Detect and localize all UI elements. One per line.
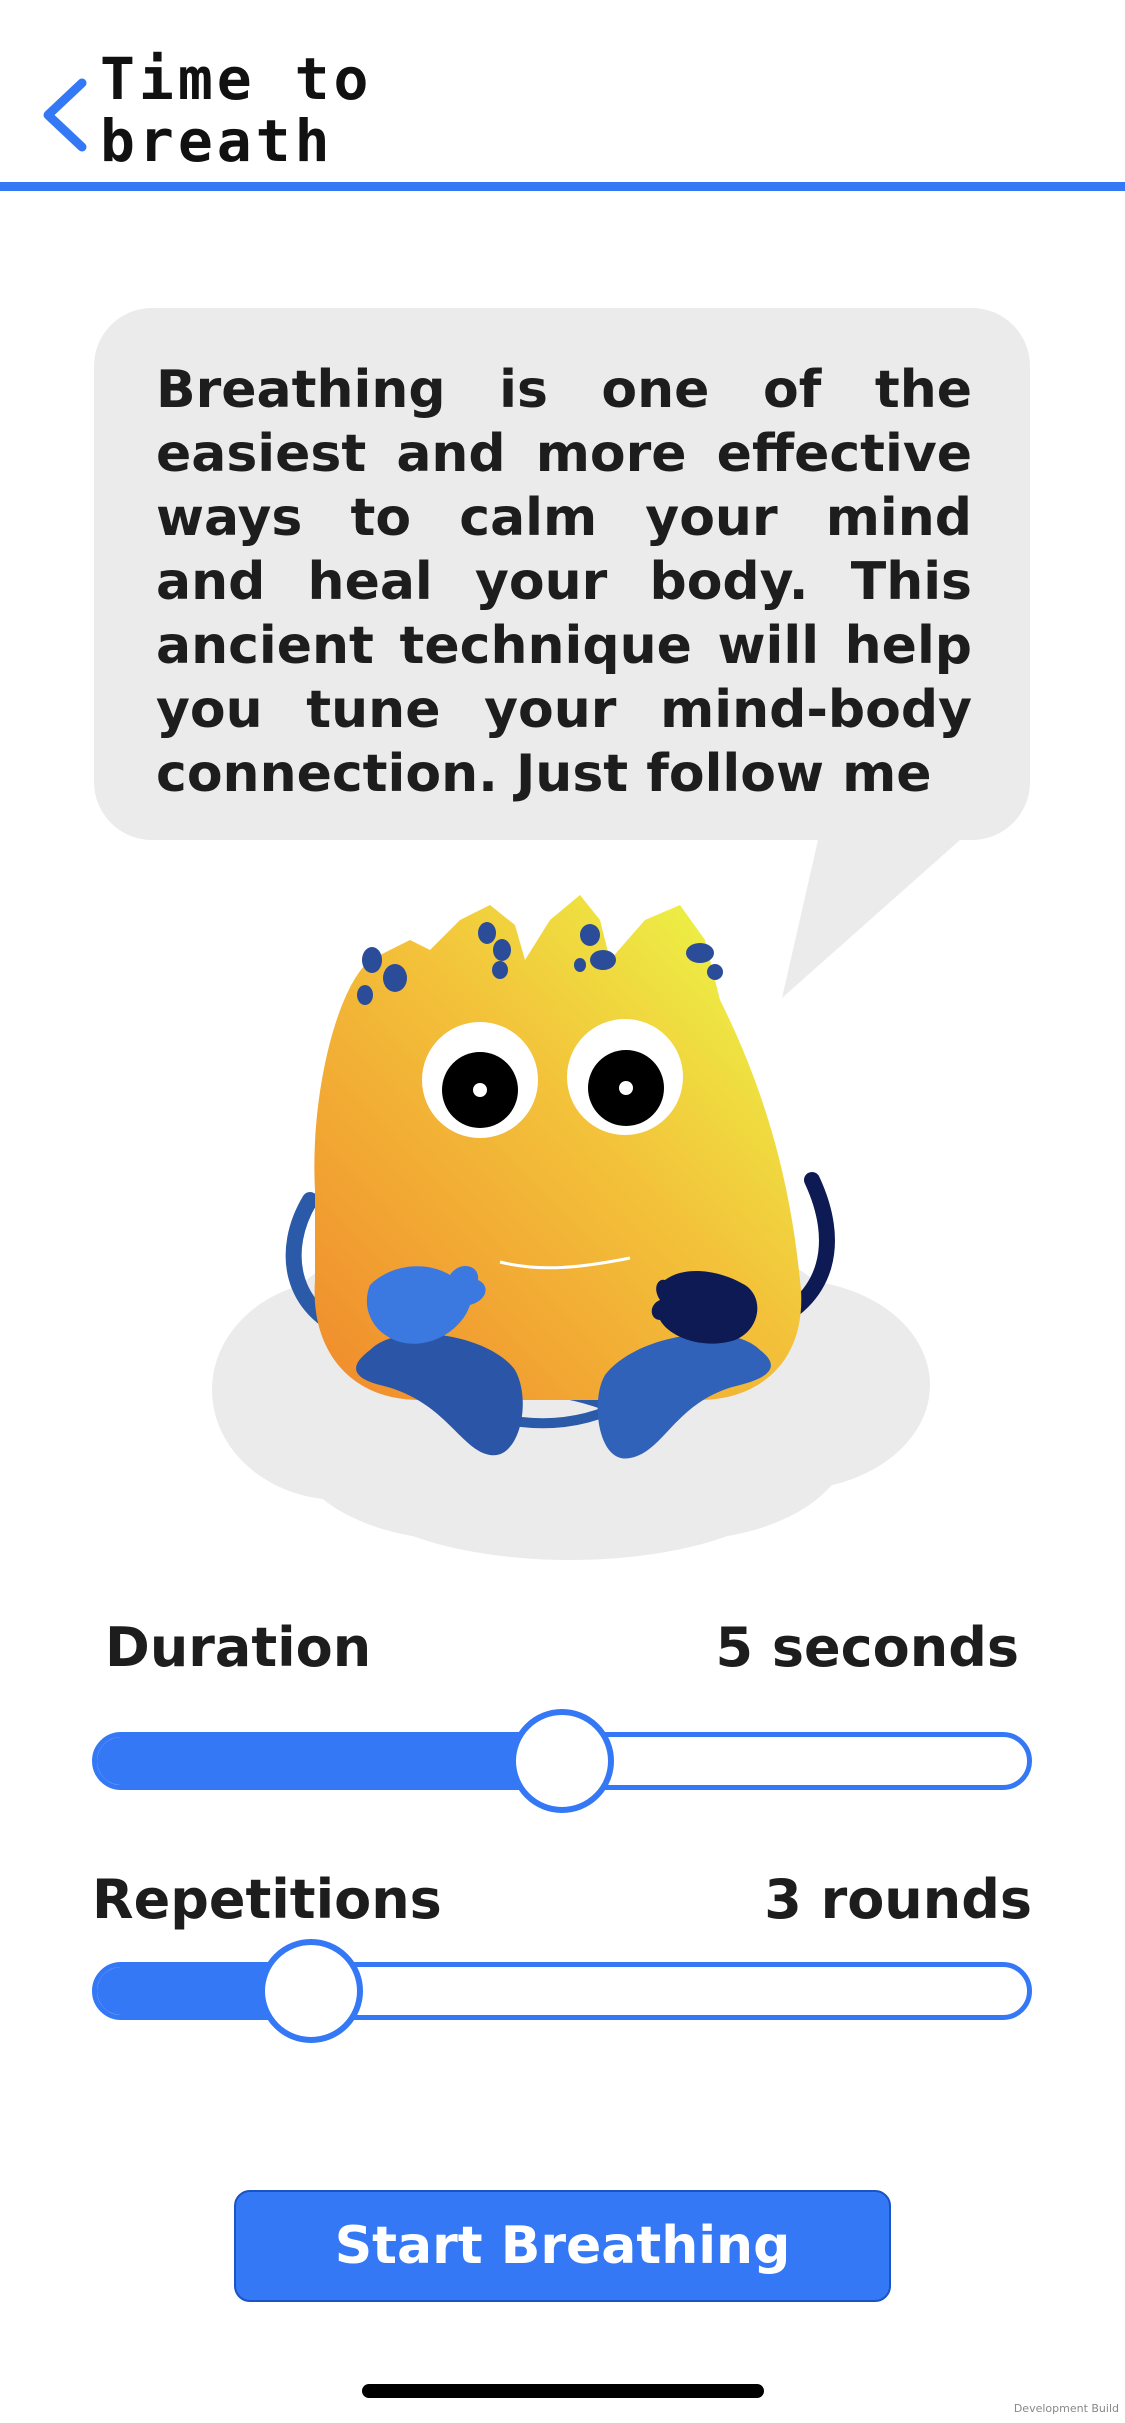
header-divider xyxy=(0,182,1125,191)
duration-slider-fill xyxy=(97,1737,562,1785)
duration-value: 5 seconds xyxy=(715,1616,1020,1679)
repetitions-label: Repetitions xyxy=(92,1868,442,1931)
development-build-label: Development Build xyxy=(1013,2402,1119,2415)
duration-slider-thumb[interactable] xyxy=(510,1709,614,1813)
back-button[interactable] xyxy=(38,75,98,155)
duration-slider[interactable] xyxy=(92,1709,1032,1813)
page-title: Time to breath xyxy=(100,48,520,172)
page-title-line1: Time to xyxy=(100,45,373,113)
duration-label: Duration xyxy=(105,1616,372,1679)
speech-bubble: Breathing is one of the easiest and more… xyxy=(94,308,1030,840)
repetitions-value: 3 rounds xyxy=(764,1868,1032,1931)
repetitions-slider[interactable] xyxy=(92,1939,1032,2043)
chevron-left-icon xyxy=(43,78,87,152)
header-bar: Time to breath xyxy=(0,0,1125,191)
page-title-line2: breath xyxy=(100,107,334,175)
repetitions-slider-thumb[interactable] xyxy=(258,1939,363,2043)
home-indicator[interactable] xyxy=(362,2384,764,2398)
start-breathing-button[interactable]: Start Breathing xyxy=(234,2190,891,2302)
intro-text: Breathing is one of the easiest and more… xyxy=(156,360,972,804)
monster-character-illustration xyxy=(212,895,930,1560)
